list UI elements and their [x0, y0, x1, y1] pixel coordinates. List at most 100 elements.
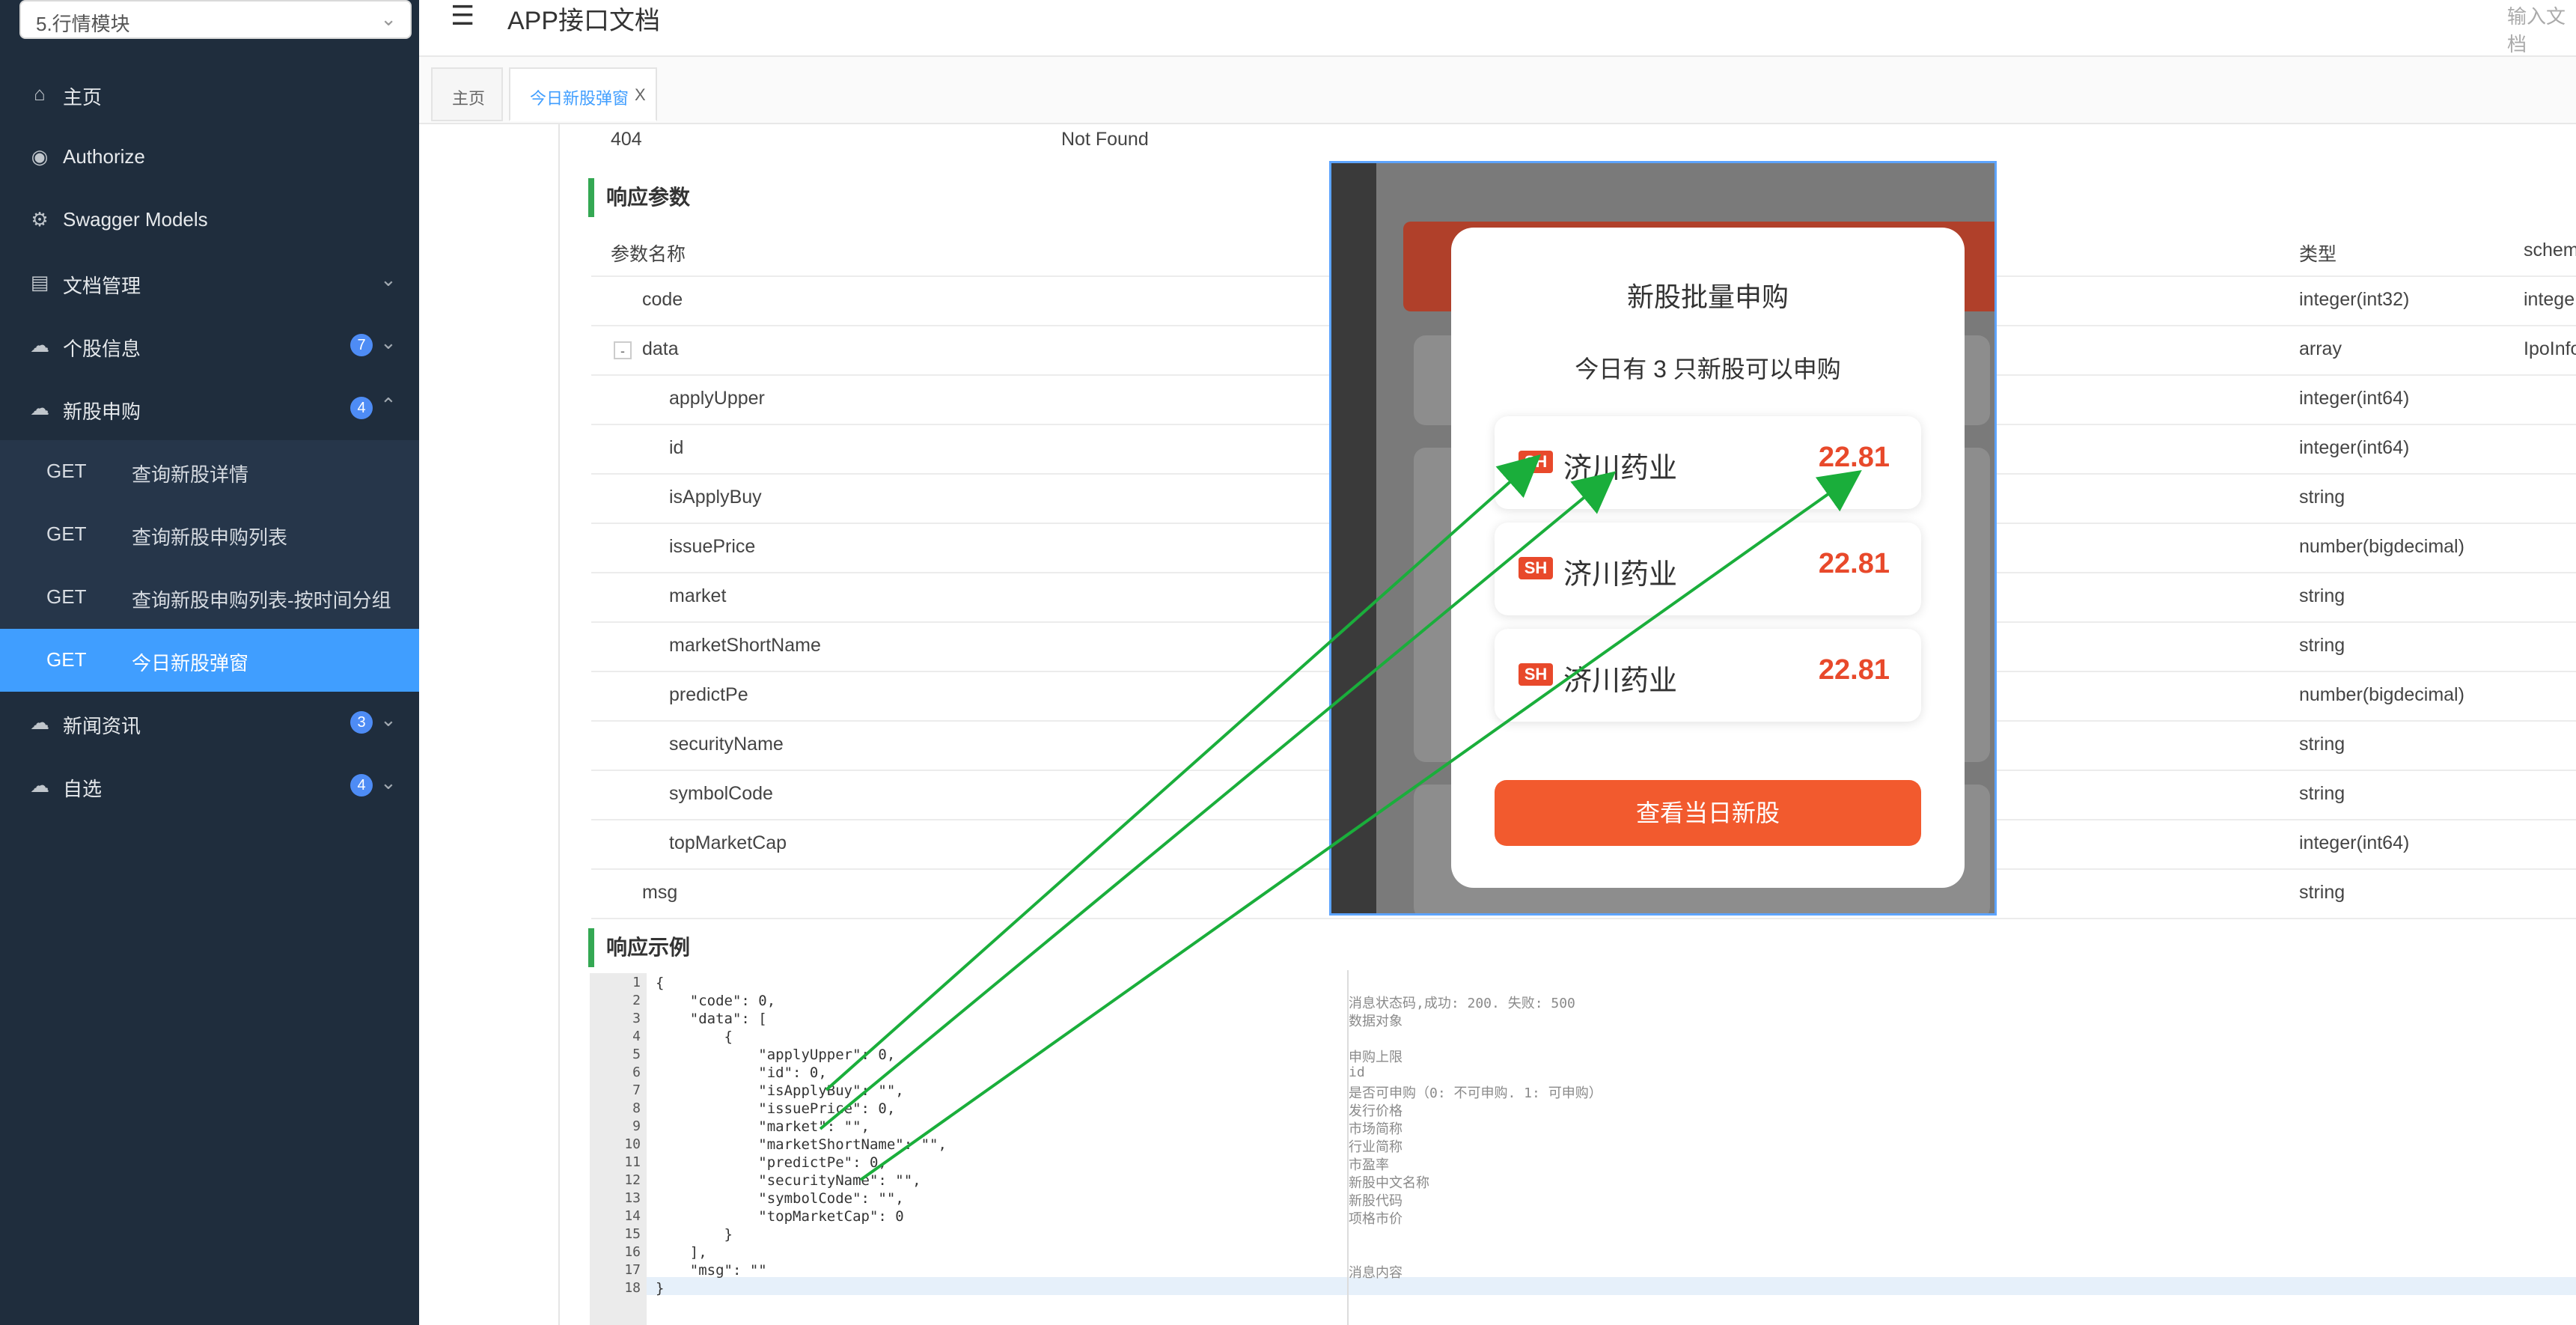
sidebar-item-home[interactable]: ⌂ 主页 [0, 63, 419, 126]
code-line: "issuePrice": 0, [656, 1100, 896, 1117]
lock-icon: ◉ [31, 145, 49, 168]
sidebar-item-label: 主页 [63, 86, 103, 109]
line-number: 14 [624, 1208, 641, 1224]
sidebar-item-label: Authorize [63, 145, 145, 168]
code-comment: 新股中文名称 [1349, 1175, 1429, 1191]
param-schema: intege [2524, 289, 2575, 310]
param-type: string [2299, 783, 2345, 804]
app-popup-screenshot: 新股批量申购 今日有 3 只新股可以申购 SH 济川药业 22.81 SH 济川… [1329, 161, 1997, 916]
sidebar-subitem-today-ipo-popup[interactable]: GET 今日新股弹窗 [0, 629, 419, 692]
param-type: number(bigdecimal) [2299, 536, 2464, 557]
code-comment: 市盈率 [1349, 1157, 1389, 1173]
code-comment: 申购上限 [1349, 1050, 1403, 1065]
param-type: string [2299, 487, 2345, 508]
line-number: 9 [632, 1118, 641, 1134]
code-comment: 发行价格 [1349, 1103, 1403, 1119]
code-gutter: 1 2 3 4 5 6 7 8 9 10 11 12 13 14 15 16 17 18 [590, 973, 647, 1325]
code-line: } [656, 1280, 665, 1297]
sidebar-item-authorize[interactable]: ◉ Authorize [0, 126, 419, 189]
collapse-toggle[interactable]: - [614, 341, 632, 359]
code-line: } [656, 1226, 733, 1243]
chevron-down-icon: ⌄ [380, 331, 397, 353]
section-title-response-example: 响应示例 [588, 928, 690, 967]
sidebar-item-label: 个股信息 [63, 338, 141, 360]
code-line: "id": 0, [656, 1064, 827, 1081]
view-today-ipo-button[interactable]: 查看当日新股 [1495, 780, 1921, 846]
code-line: "applyUpper": 0, [656, 1047, 896, 1063]
status-row: 404 Not Found [591, 120, 2576, 162]
count-badge: 4 [350, 774, 373, 796]
top-header: ☰ APP接口文档 [419, 0, 2576, 57]
stock-card[interactable]: SH 济川药业 22.81 [1495, 523, 1921, 615]
code-line: "securityName": "", [656, 1172, 921, 1189]
tab-label: 今日新股弹窗 [530, 89, 629, 108]
active-line-highlight [647, 1277, 2576, 1295]
sidebar-item-doc-management[interactable]: ▤ 文档管理 ⌄ [0, 252, 419, 314]
endpoint-name: 查询新股申购列表-按时间分组 [132, 589, 391, 612]
stock-card[interactable]: SH 济川药业 22.81 [1495, 629, 1921, 722]
line-number: 3 [632, 1011, 641, 1026]
line-number: 1 [632, 975, 641, 990]
chevron-down-icon: ⌄ [380, 771, 397, 794]
line-number: 4 [632, 1029, 641, 1044]
code-comment: 市场简称 [1349, 1121, 1403, 1137]
tab-home[interactable]: 主页 [431, 67, 503, 121]
doc-search-input[interactable]: 输入文档 [2507, 1, 2576, 57]
menu-toggle-icon[interactable]: ☰ [451, 0, 474, 31]
code-comment: 项格市价 [1349, 1211, 1403, 1227]
header-param-name: 参数名称 [611, 244, 686, 265]
code-line: "market": "", [656, 1118, 870, 1135]
code-line: "topMarketCap": 0 [656, 1208, 904, 1225]
param-name: predictPe [669, 684, 748, 705]
header-schema: schem [2524, 240, 2576, 261]
count-badge: 7 [350, 334, 373, 356]
code-line: "predictPe": 0, [656, 1154, 887, 1171]
sidebar-item-watchlist[interactable]: ☁ 自选 4 ⌄ [0, 755, 419, 817]
market-badge: SH [1519, 557, 1553, 579]
sidebar: 5.行情模块 ⌄ ⌂ 主页 ◉ Authorize ⚙ Swagger Mode… [0, 0, 419, 1325]
line-number: 13 [624, 1190, 641, 1206]
stock-name: 济川药业 [1563, 453, 1678, 484]
http-method: GET [46, 585, 87, 608]
sidebar-item-ipo-subscribe[interactable]: ☁ 新股申购 4 ⌃ [0, 377, 419, 440]
param-type: integer(int64) [2299, 437, 2410, 458]
code-line: "code": 0, [656, 993, 776, 1009]
cloud-icon: ☁ [30, 711, 49, 734]
param-name: data [642, 338, 679, 359]
stock-card[interactable]: SH 济川药业 22.81 [1495, 416, 1921, 509]
count-badge: 4 [350, 397, 373, 419]
sidebar-item-stock-info[interactable]: ☁ 个股信息 7 ⌄ [0, 314, 419, 377]
section-title-response-params: 响应参数 [588, 178, 690, 217]
module-select-value: 5.行情模块 [36, 13, 130, 35]
sidebar-item-label: 文档管理 [63, 275, 141, 297]
sidebar-subitem-ipo-list[interactable]: GET 查询新股申购列表 [0, 503, 419, 566]
http-method: GET [46, 460, 87, 482]
code-line: { [656, 975, 665, 991]
code-line: ], [656, 1244, 707, 1261]
endpoint-name: 今日新股弹窗 [132, 652, 249, 674]
cloud-icon: ☁ [30, 334, 49, 356]
module-select[interactable]: 5.行情模块 ⌄ [19, 0, 412, 39]
tab-close-icon[interactable]: X [635, 85, 646, 105]
sidebar-subitem-ipo-detail[interactable]: GET 查询新股详情 [0, 440, 419, 503]
stock-name: 济川药业 [1563, 665, 1678, 697]
endpoint-name: 查询新股申购列表 [132, 526, 288, 549]
param-type: number(bigdecimal) [2299, 684, 2464, 705]
line-number: 10 [624, 1136, 641, 1152]
tab-today-ipo-popup[interactable]: 今日新股弹窗 X [509, 67, 657, 121]
param-name: isApplyBuy [669, 487, 762, 508]
code-comment: id [1349, 1064, 1365, 1080]
sidebar-item-label: 新闻资讯 [63, 715, 141, 737]
param-name: market [669, 585, 727, 606]
line-number: 8 [632, 1100, 641, 1116]
sidebar-subitem-ipo-list-grouped[interactable]: GET 查询新股申购列表-按时间分组 [0, 566, 419, 629]
code-line: { [656, 1029, 733, 1045]
code-comment: 是否可申购（0: 不可申购. 1: 可申购） [1349, 1085, 1602, 1101]
endpoint-name: 查询新股详情 [132, 463, 249, 486]
sidebar-item-swagger-models[interactable]: ⚙ Swagger Models [0, 189, 419, 252]
sidebar-item-news[interactable]: ☁ 新闻资讯 3 ⌄ [0, 692, 419, 755]
param-type: integer(int32) [2299, 289, 2410, 310]
chevron-down-icon: ⌄ [380, 708, 397, 731]
param-type: array [2299, 338, 2342, 359]
market-badge: SH [1519, 451, 1553, 473]
